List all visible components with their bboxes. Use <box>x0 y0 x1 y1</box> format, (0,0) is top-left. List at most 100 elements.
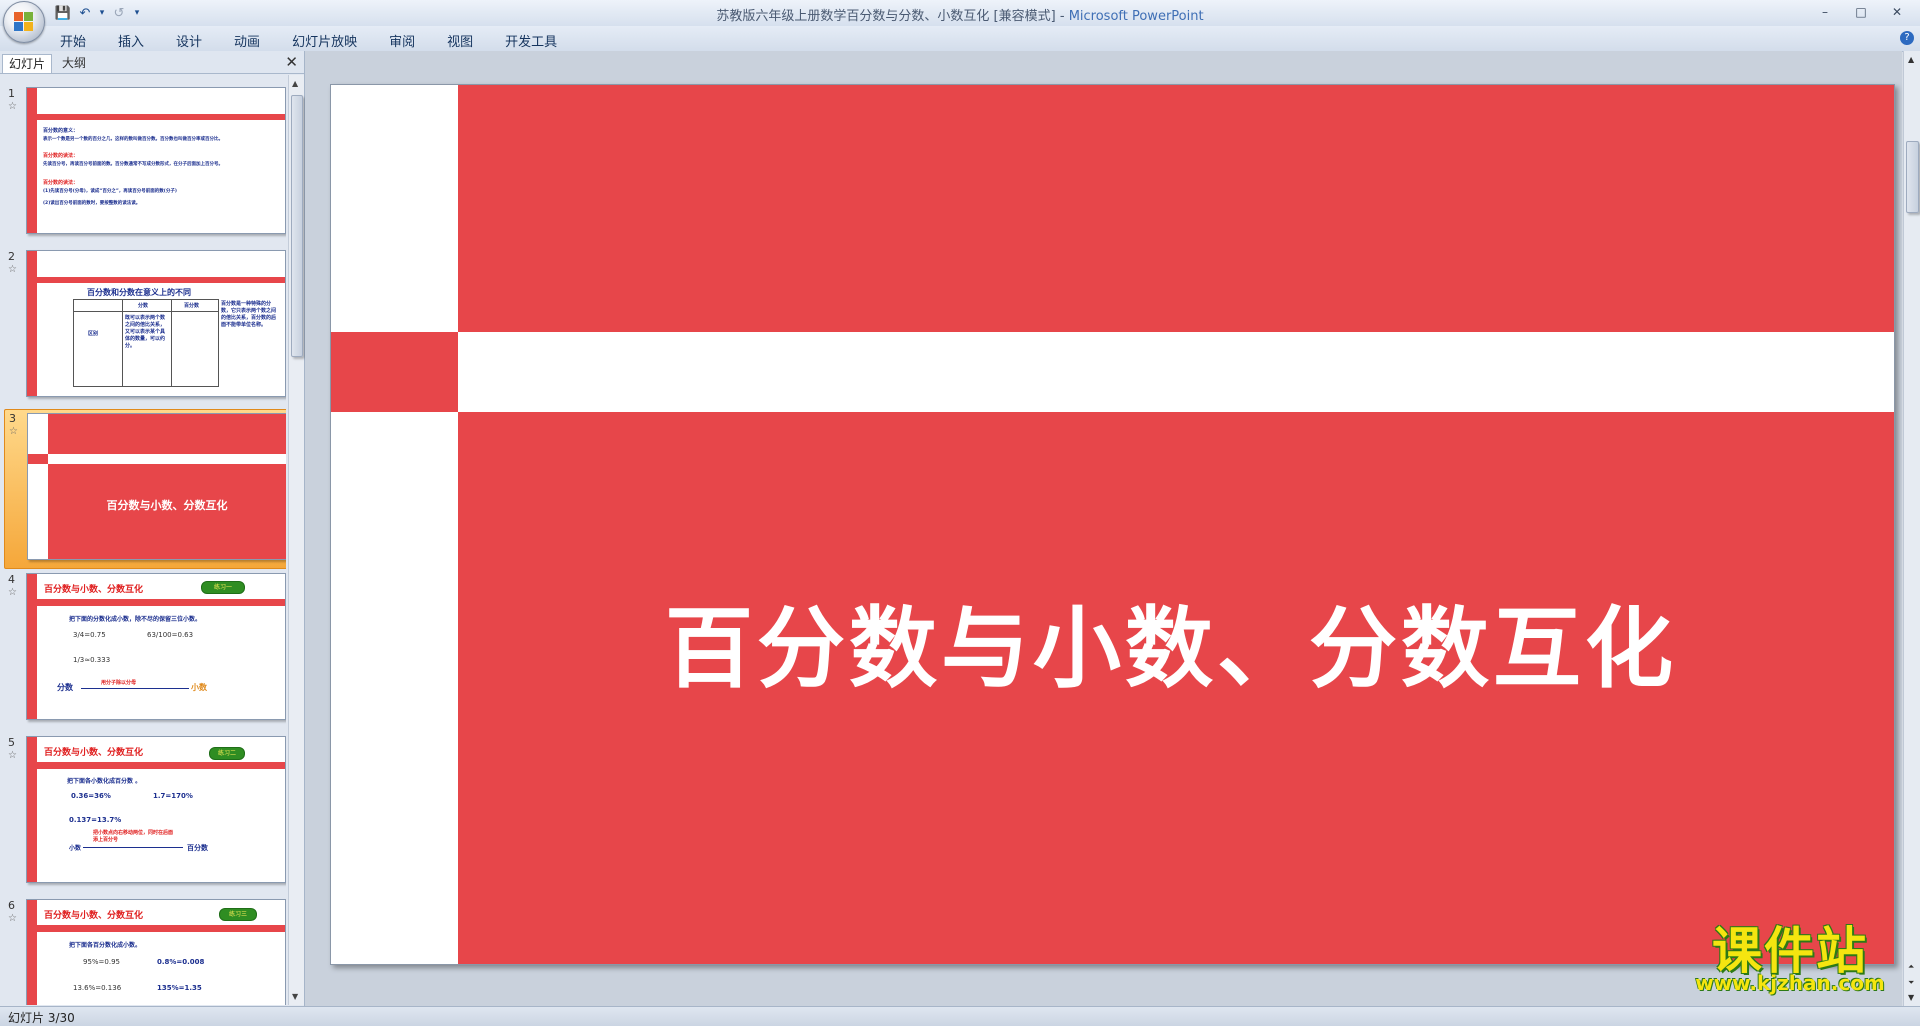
thumbnail-preview: 百分数与小数、分数互化 练习三 把下面各百分数化成小数。 95%=0.95 0.… <box>26 899 286 1005</box>
tab-slides[interactable]: 幻灯片 <box>2 54 53 73</box>
slide-thumbnail-3[interactable]: 3 ☆ 百分数与小数、分数互化 <box>4 409 286 569</box>
thumb-title: 百分数和分数在意义上的不同 <box>87 288 191 297</box>
thumbnail-scrollbar[interactable]: ▲ ▼ <box>288 75 304 1005</box>
tab-animations[interactable]: 动画 <box>234 31 260 50</box>
tab-insert[interactable]: 插入 <box>118 31 144 50</box>
title-separator: - <box>1059 9 1065 24</box>
next-slide-icon[interactable]: ⏷ <box>1908 978 1914 988</box>
tab-design[interactable]: 设计 <box>176 31 202 50</box>
status-bar: 幻灯片 3/30 <box>0 1006 1920 1026</box>
help-icon[interactable]: ? <box>1900 31 1914 45</box>
transition-icon: ☆ <box>8 587 17 598</box>
thumb-text: 13.6%=0.136 <box>73 984 122 992</box>
thumb-text: 分数 <box>138 303 149 309</box>
window-controls: – □ ✕ <box>1808 2 1914 22</box>
thumb-text: 1/3≈0.333 <box>73 656 111 664</box>
thumb-text: 95%=0.95 <box>83 958 121 966</box>
thumb-text: 百分数的读法： <box>43 180 79 186</box>
maximize-button[interactable]: □ <box>1844 2 1878 22</box>
thumb-text: 小数 <box>69 845 82 852</box>
slide-thumbnail-4[interactable]: 4 ☆ 百分数与小数、分数互化 练习一 把下面的分数化成小数，除不尽的保留三位小… <box>4 571 286 729</box>
thumb-text: 小数 <box>191 683 207 692</box>
thumb-text: 百分数是一种特殊的分数，它只表示两个数之间的倍比关系，百分数的后面不能带单位名称… <box>221 301 277 328</box>
scroll-down-icon[interactable]: ▼ <box>292 992 298 1001</box>
current-slide[interactable]: 百分数与小数、分数互化 <box>330 84 1895 965</box>
slide-thumbnail-1[interactable]: 1 ☆ 百分数的意义： 表示一个数是另一个数的百分之几，这样的数叫做百分数。百分… <box>4 85 286 243</box>
ribbon-tabs: 开始 插入 设计 动画 幻灯片放映 审阅 视图 开发工具 <box>60 31 557 50</box>
slide-title[interactable]: 百分数与小数、分数互化 <box>471 578 1871 705</box>
thumb-text: 百分数 <box>187 844 208 852</box>
thumb-text: 用分子除以分母 <box>101 680 137 686</box>
previous-slide-icon[interactable]: ⏶ <box>1908 962 1914 972</box>
thumb-text: (1)先读百分号(分母)，读成“百分之”，再读百分号前面的数(分子) <box>43 189 177 194</box>
office-logo-icon <box>14 12 34 32</box>
slide-left-accent <box>331 332 458 412</box>
pane-tabs: 幻灯片 大纲 ✕ <box>0 51 304 74</box>
scroll-up-icon[interactable]: ▲ <box>1908 55 1914 64</box>
thumb-text: 0.8%=0.008 <box>157 958 205 966</box>
tab-slide-show[interactable]: 幻灯片放映 <box>292 31 357 50</box>
slide-number: 5 <box>8 736 15 749</box>
thumb-text: 把下面各小数化成百分数 。 <box>67 778 142 785</box>
scroll-down-icon[interactable]: ▼ <box>1908 993 1914 1002</box>
watermark-logo: 课件站 www.kjzhan.com <box>1676 925 1904 995</box>
thumb-title: 百分数与小数、分数互化 <box>44 585 144 595</box>
slide-number: 6 <box>8 899 15 912</box>
thumb-text: 135%=1.35 <box>157 984 202 992</box>
thumb-text: 既可以表示两个数之间的倍比关系，又可以表示某个具体的数量，可以约分。 <box>125 315 166 349</box>
slide-scrollbar[interactable]: ▲ ⏶ ⏷ ▼ <box>1903 51 1920 1006</box>
office-button[interactable] <box>3 1 45 43</box>
thumb-badge: 练习三 <box>219 908 257 921</box>
tab-developer[interactable]: 开发工具 <box>505 31 557 50</box>
watermark-text: 课件站 <box>1712 922 1868 980</box>
thumb-text: 百分数的读法： <box>43 153 79 159</box>
thumb-table: 分数 百分数 区别 既可以表示两个数之间的倍比关系，又可以表示某个具体的数量，可… <box>73 299 219 387</box>
thumb-text: 1.7=170% <box>153 792 193 800</box>
thumb-badge: 练习一 <box>201 581 245 594</box>
thumb-text: 百分数的意义： <box>43 128 79 134</box>
thumb-text: 3/4=0.75 <box>73 631 106 639</box>
tab-outline[interactable]: 大纲 <box>56 54 92 72</box>
window-title: 苏教版六年级上册数学百分数与分数、小数互化 [兼容模式] - Microsoft… <box>0 5 1920 24</box>
slides-pane: 幻灯片 大纲 ✕ 1 ☆ 百分数的意义： 表示一个数是另一个数的百分之几，这样的… <box>0 51 305 1006</box>
thumbnail-preview: 百分数和分数在意义上的不同 分数 百分数 区别 既可以表示两个数之间的倍比关系，… <box>26 250 286 397</box>
transition-icon: ☆ <box>9 426 18 437</box>
tab-review[interactable]: 审阅 <box>389 31 415 50</box>
thumb-text: 区别 <box>88 331 99 337</box>
transition-icon: ☆ <box>8 264 17 275</box>
title-bar: 💾 ↶ ▾ ↺ ▾ 苏教版六年级上册数学百分数与分数、小数互化 [兼容模式] -… <box>0 0 1920 27</box>
thumb-text: 分数 <box>57 683 73 692</box>
thumb-title: 百分数与小数、分数互化 <box>106 499 228 512</box>
thumb-text: 0.36=36% <box>71 792 111 800</box>
scroll-up-icon[interactable]: ▲ <box>292 79 298 88</box>
slide-thumbnail-list: 1 ☆ 百分数的意义： 表示一个数是另一个数的百分之几，这样的数叫做百分数。百分… <box>0 75 286 1005</box>
minimize-button[interactable]: – <box>1808 2 1842 22</box>
scrollbar-thumb[interactable] <box>291 95 303 357</box>
thumb-badge: 练习二 <box>209 747 245 760</box>
close-button[interactable]: ✕ <box>1880 2 1914 22</box>
slide-thumbnail-6[interactable]: 6 ☆ 百分数与小数、分数互化 练习三 把下面各百分数化成小数。 95%=0.9… <box>4 897 286 1005</box>
thumb-text: 0.137=13.7% <box>69 816 122 824</box>
slide-number: 3 <box>9 412 16 425</box>
document-title: 苏教版六年级上册数学百分数与分数、小数互化 [兼容模式] <box>716 9 1056 24</box>
watermark-url: www.kjzhan.com <box>1695 971 1885 995</box>
thumb-text: 表示一个数是另一个数的百分之几，这样的数叫做百分数。百分数也叫做百分率或百分比。 <box>43 137 223 142</box>
tab-home[interactable]: 开始 <box>60 31 86 50</box>
thumb-text: 63/100=0.63 <box>147 631 194 639</box>
thumbnail-preview: 百分数与小数、分数互化 练习一 把下面的分数化成小数，除不尽的保留三位小数。 3… <box>26 573 286 720</box>
thumbnail-preview: 百分数与小数、分数互化 练习二 把下面各小数化成百分数 。 0.36=36% 1… <box>26 736 286 883</box>
thumb-title: 百分数与小数、分数互化 <box>44 748 144 758</box>
transition-icon: ☆ <box>8 101 17 112</box>
slide-thumbnail-5[interactable]: 5 ☆ 百分数与小数、分数互化 练习二 把下面各小数化成百分数 。 0.36=3… <box>4 734 286 892</box>
scrollbar-thumb[interactable] <box>1906 141 1919 213</box>
slide-thumbnail-2[interactable]: 2 ☆ 百分数和分数在意义上的不同 分数 百分数 区别 既可以表示两个数之间的倍… <box>4 248 286 406</box>
close-pane-icon[interactable]: ✕ <box>285 53 298 71</box>
thumbnail-preview: 百分数的意义： 表示一个数是另一个数的百分之几，这样的数叫做百分数。百分数也叫做… <box>26 87 286 234</box>
slide-counter: 幻灯片 3/30 <box>8 1011 75 1025</box>
thumb-text: 把下面的分数化成小数，除不尽的保留三位小数。 <box>69 616 202 623</box>
thumb-text: 百分数 <box>184 303 200 309</box>
transition-icon: ☆ <box>8 913 17 924</box>
app-name: Microsoft PowerPoint <box>1068 9 1204 24</box>
tab-view[interactable]: 视图 <box>447 31 473 50</box>
thumbnail-preview: 百分数与小数、分数互化 <box>27 413 286 560</box>
